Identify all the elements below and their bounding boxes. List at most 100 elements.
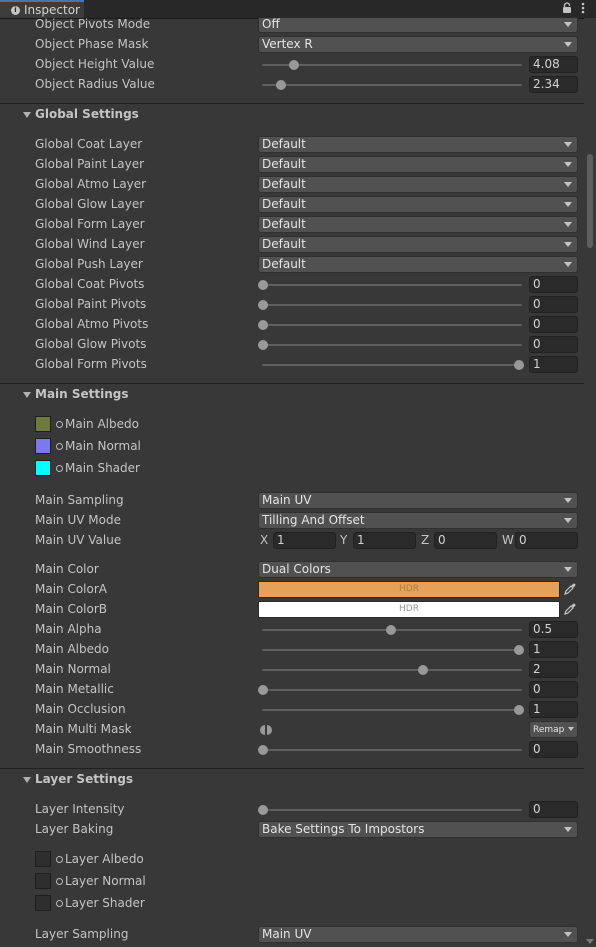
main-occlusion-field[interactable]: 1: [529, 701, 578, 718]
dropdown-value: Off: [262, 18, 280, 31]
global-coat-pivots-slider[interactable]: [258, 275, 526, 295]
object-picker-icon[interactable]: [56, 443, 63, 450]
layer-intensity-field[interactable]: 0: [529, 801, 578, 818]
object-height-slider[interactable]: [258, 55, 526, 75]
layer-baking-dropdown[interactable]: Bake Settings To Impostors: [258, 821, 578, 838]
slider-thumb[interactable]: [258, 300, 268, 310]
layer-intensity-row: Layer Intensity 0: [0, 800, 584, 820]
global-glow-pivots-slider[interactable]: [258, 335, 526, 355]
main-alpha-field[interactable]: 0.5: [529, 621, 578, 638]
tab-inspector[interactable]: i Inspector: [0, 0, 84, 18]
slider-track: [262, 324, 522, 326]
uv-y-field[interactable]: 1: [353, 532, 416, 549]
global-atmo-layer-dropdown[interactable]: Default: [258, 176, 578, 193]
main-metallic-slider[interactable]: [258, 680, 526, 700]
eyedropper-icon[interactable]: [563, 602, 577, 616]
field-value: 2: [533, 662, 541, 676]
slider-thumb[interactable]: [275, 80, 286, 90]
main-alpha-slider[interactable]: [258, 620, 526, 640]
slider-thumb[interactable]: [258, 320, 268, 330]
global-wind-layer-dropdown[interactable]: Default: [258, 236, 578, 253]
slider-thumb[interactable]: [514, 705, 524, 715]
slider-thumb[interactable]: [258, 805, 268, 815]
texture-thumbnail-empty[interactable]: [35, 873, 51, 889]
layer-sampling-dropdown[interactable]: Main UV: [258, 926, 578, 943]
layer-intensity-slider[interactable]: [258, 800, 526, 820]
min-max-slider-icon[interactable]: [260, 724, 272, 736]
global-push-layer-dropdown[interactable]: Default: [258, 256, 578, 273]
scrollbar-thumb[interactable]: [587, 154, 593, 248]
more-options-icon[interactable]: [581, 2, 585, 14]
main-sampling-dropdown[interactable]: Main UV: [258, 492, 578, 509]
main-smoothness-row: Main Smoothness 0: [0, 740, 584, 760]
property-label: Main Color: [35, 562, 99, 576]
main-normal-slider[interactable]: [258, 660, 526, 680]
field-value: 2.34: [533, 77, 560, 91]
global-paint-pivots-slider[interactable]: [258, 295, 526, 315]
property-label: Global Form Pivots: [35, 357, 147, 371]
field-value: 0: [519, 533, 527, 547]
slider-thumb[interactable]: [258, 340, 268, 350]
global-coat-pivots-field[interactable]: 0: [529, 276, 578, 293]
object-picker-icon[interactable]: [56, 465, 63, 472]
object-radius-field[interactable]: 2.34: [529, 76, 578, 93]
main-metallic-field[interactable]: 0: [529, 681, 578, 698]
global-coat-layer-dropdown[interactable]: Default: [258, 136, 578, 153]
global-glow-pivots-field[interactable]: 0: [529, 336, 578, 353]
main-multi-mask-dropdown[interactable]: Remap: [529, 721, 578, 738]
texture-thumbnail[interactable]: [35, 460, 51, 476]
uv-x-field[interactable]: 1: [273, 532, 336, 549]
eyedropper-icon[interactable]: [563, 582, 577, 596]
scroll-down-arrow-icon[interactable]: [586, 939, 594, 944]
layer-baking-row: Layer Baking Bake Settings To Impostors: [0, 820, 584, 840]
slider-thumb[interactable]: [258, 745, 268, 755]
object-picker-icon[interactable]: [56, 421, 63, 428]
main-uv-mode-dropdown[interactable]: Tilling And Offset: [258, 512, 578, 529]
uv-w-field[interactable]: 0: [515, 532, 578, 549]
main-albedo-slider[interactable]: [258, 640, 526, 660]
texture-thumbnail[interactable]: [35, 438, 51, 454]
global-glow-layer-dropdown[interactable]: Default: [258, 196, 578, 213]
texture-thumbnail-empty[interactable]: [35, 895, 51, 911]
uv-z-field[interactable]: 0: [434, 532, 497, 549]
object-picker-icon[interactable]: [56, 900, 63, 907]
slider-thumb[interactable]: [386, 625, 396, 635]
global-paint-pivots-field[interactable]: 0: [529, 296, 578, 313]
global-settings-header[interactable]: Global Settings: [0, 103, 584, 125]
texture-thumbnail-empty[interactable]: [35, 851, 51, 867]
global-atmo-pivots-slider[interactable]: [258, 315, 526, 335]
main-color-dropdown[interactable]: Dual Colors: [258, 561, 578, 578]
vertical-scrollbar[interactable]: [584, 18, 596, 947]
slider-thumb[interactable]: [258, 685, 268, 695]
object-picker-icon[interactable]: [56, 878, 63, 885]
main-occlusion-slider[interactable]: [258, 700, 526, 720]
global-paint-layer-dropdown[interactable]: Default: [258, 156, 578, 173]
global-form-pivots-slider[interactable]: [258, 355, 526, 375]
main-smoothness-field[interactable]: 0: [529, 741, 578, 758]
main-smoothness-slider[interactable]: [258, 740, 526, 760]
main-color-a-swatch[interactable]: HDR: [258, 581, 560, 598]
object-picker-icon[interactable]: [56, 856, 63, 863]
object-phase-mask-dropdown[interactable]: Vertex R: [258, 36, 578, 53]
global-atmo-pivots-field[interactable]: 0: [529, 316, 578, 333]
field-value: 0: [533, 682, 541, 696]
slider-thumb[interactable]: [258, 280, 268, 290]
slider-thumb[interactable]: [514, 645, 524, 655]
main-color-b-swatch[interactable]: HDR: [258, 601, 560, 618]
slider-thumb[interactable]: [288, 60, 299, 70]
main-normal-field[interactable]: 2: [529, 661, 578, 678]
slider-thumb[interactable]: [514, 360, 524, 370]
global-form-layer-dropdown[interactable]: Default: [258, 216, 578, 233]
global-form-pivots-field[interactable]: 1: [529, 356, 578, 373]
main-settings-header[interactable]: Main Settings: [0, 383, 584, 405]
dropdown-value: Default: [262, 177, 306, 191]
slider-thumb[interactable]: [418, 665, 428, 675]
dropdown-arrow-icon: [564, 262, 572, 267]
texture-thumbnail[interactable]: [35, 416, 51, 432]
object-height-field[interactable]: 4.08: [529, 56, 578, 73]
object-radius-slider[interactable]: [258, 75, 526, 95]
layer-settings-header[interactable]: Layer Settings: [0, 768, 584, 790]
lock-icon[interactable]: [562, 2, 572, 14]
main-albedo-field[interactable]: 1: [529, 641, 578, 658]
object-pivots-mode-dropdown[interactable]: Off: [258, 18, 578, 33]
